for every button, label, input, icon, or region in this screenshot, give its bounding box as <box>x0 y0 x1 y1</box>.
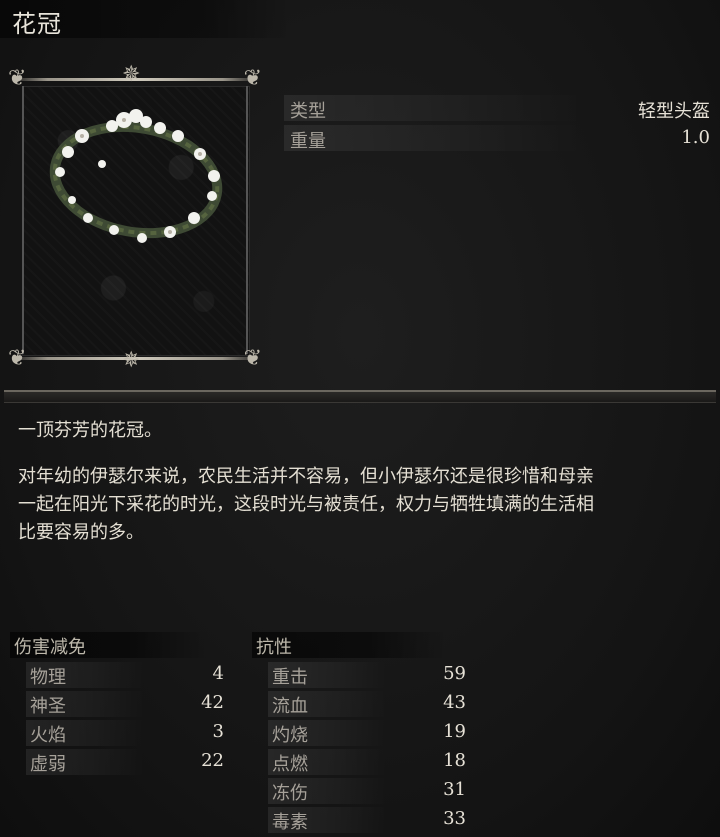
stat-row: 冻伤 31 <box>268 778 466 804</box>
description-line: 一起在阳光下采花的时光，这段时光与被责任，权力与牺牲填满的生活相 <box>18 494 594 515</box>
description-line: 比要容易的多。 <box>18 522 144 543</box>
stat-value: 42 <box>201 692 224 713</box>
description-line: 对年幼的伊瑟尔来说，农民生活并不容易，但小伊瑟尔还是很珍惜和母亲 <box>18 466 594 487</box>
stat-name: 冻伤 <box>272 783 308 804</box>
stat-row: 灼烧 19 <box>268 720 466 746</box>
stat-name: 灼烧 <box>272 725 308 746</box>
resistance-header: 抗性 <box>252 632 446 658</box>
stat-name: 虚弱 <box>30 754 66 775</box>
ornament-icon: ❦ <box>8 346 27 371</box>
stat-value: 19 <box>443 721 466 742</box>
info-value: 1.0 <box>681 127 710 148</box>
stat-value: 31 <box>443 779 466 800</box>
stat-row: 重击 59 <box>268 662 466 688</box>
item-title: 花冠 <box>12 10 62 38</box>
stat-name: 毒素 <box>272 812 308 833</box>
stat-name: 重击 <box>272 667 308 688</box>
description-line: 一顶芬芳的花冠。 <box>18 420 162 441</box>
stat-name: 火焰 <box>30 725 66 746</box>
ornament-icon: ❦ <box>243 66 262 91</box>
info-row-type: 类型 轻型头盔 <box>284 95 714 122</box>
stat-name: 神圣 <box>30 696 66 717</box>
info-label: 类型 <box>290 101 326 122</box>
stat-name: 流血 <box>272 696 308 717</box>
stat-value: 4 <box>212 663 224 684</box>
stat-value: 3 <box>212 721 224 742</box>
frame-side-left <box>22 86 24 354</box>
stat-row: 火焰 3 <box>26 720 224 746</box>
section-divider <box>4 390 716 403</box>
ornament-icon: ❦ <box>243 346 262 371</box>
stat-name: 物理 <box>30 667 66 688</box>
stat-name: 点燃 <box>272 754 308 775</box>
info-label: 重量 <box>290 131 326 152</box>
stat-value: 43 <box>443 692 466 713</box>
stat-row: 虚弱 22 <box>26 749 224 775</box>
stat-row: 点燃 18 <box>268 749 466 775</box>
ornament-icon: ❦ <box>8 66 27 91</box>
damage-reduction-title: 伤害减免 <box>14 637 86 658</box>
ornament-icon: ✵ <box>122 62 141 87</box>
info-value: 轻型头盔 <box>638 101 710 122</box>
resistance-title: 抗性 <box>256 637 292 658</box>
stat-value: 22 <box>201 750 224 771</box>
stat-value: 18 <box>443 750 466 771</box>
stat-row: 物理 4 <box>26 662 224 688</box>
stat-row: 毒素 33 <box>268 807 466 833</box>
stat-row: 流血 43 <box>268 691 466 717</box>
stat-value: 59 <box>443 663 466 684</box>
flower-wreath-icon <box>49 109 223 243</box>
damage-reduction-header: 伤害减免 <box>10 632 210 658</box>
ornament-icon: ✵ <box>122 348 141 373</box>
stat-value: 33 <box>443 808 466 829</box>
info-row-weight: 重量 1.0 <box>284 125 714 152</box>
frame-side-right <box>246 86 248 354</box>
stat-row: 神圣 42 <box>26 691 224 717</box>
